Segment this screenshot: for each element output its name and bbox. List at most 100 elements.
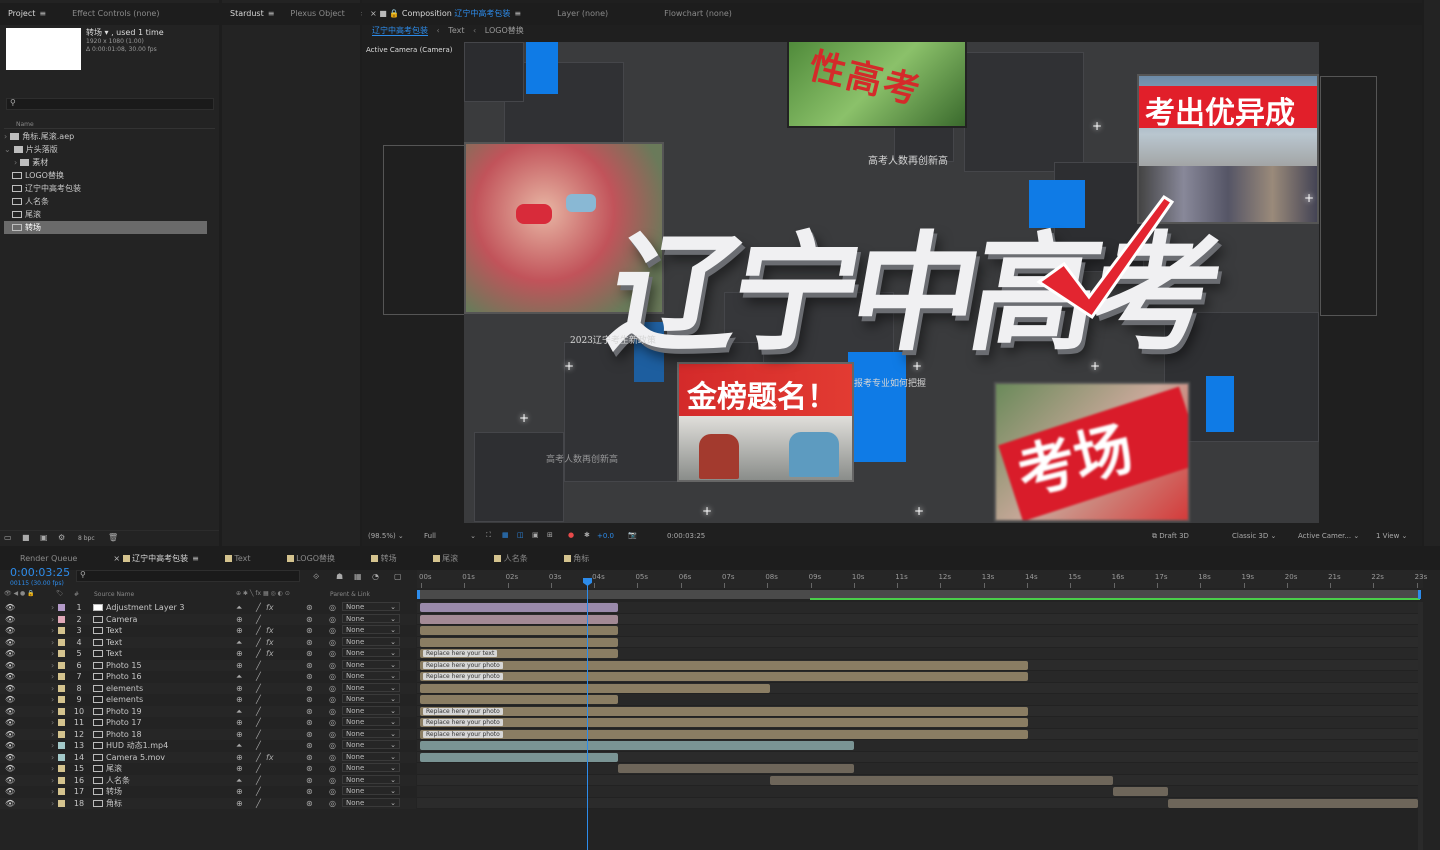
layer-marker-comment[interactable]: Replace here your text bbox=[423, 650, 498, 657]
visibility-eye-icon[interactable]: 👁 bbox=[5, 752, 15, 764]
quality-switch[interactable]: ╱ bbox=[256, 683, 261, 695]
quality-switch[interactable]: ╱ bbox=[256, 660, 261, 672]
layer-row[interactable]: 👁 › 10 Photo 19 ⏶ ╱ ⊛ ◎ None ⌄ bbox=[0, 705, 416, 718]
parent-dropdown[interactable]: None ⌄ bbox=[342, 659, 400, 669]
parent-pickwhip-icon[interactable]: ◎ bbox=[329, 671, 336, 683]
visibility-eye-icon[interactable]: 👁 bbox=[5, 614, 15, 626]
grid-guides-icon[interactable]: ▣ bbox=[532, 531, 539, 539]
layer-name[interactable]: Photo 19 bbox=[106, 706, 142, 718]
parent-dropdown[interactable]: None ⌄ bbox=[342, 671, 400, 680]
project-item-aep[interactable]: › 角标.尾滚.aep bbox=[4, 130, 207, 143]
breadcrumb-item-text[interactable]: Text bbox=[448, 26, 464, 35]
layer-name[interactable]: Adjustment Layer 3 bbox=[106, 602, 184, 614]
tab-project[interactable]: Project ≡ bbox=[0, 3, 54, 25]
visibility-eye-icon[interactable]: 👁 bbox=[5, 637, 15, 649]
fx-switch[interactable]: fx bbox=[266, 752, 274, 764]
3d-layer-switch[interactable]: ⊛ bbox=[306, 694, 313, 706]
draft-3d-icon[interactable]: ⟐ bbox=[313, 572, 319, 582]
label-color-swatch[interactable] bbox=[58, 684, 65, 692]
parent-dropdown[interactable]: None ⌄ bbox=[342, 705, 400, 715]
visibility-eye-icon[interactable]: 👁 bbox=[5, 706, 15, 718]
tab-text[interactable]: Text bbox=[217, 548, 259, 570]
renderer-dropdown[interactable]: Classic 3D ⌄ bbox=[1232, 532, 1276, 540]
shy-switch[interactable]: ⊕ bbox=[236, 648, 243, 660]
parent-pickwhip-icon[interactable]: ◎ bbox=[329, 798, 336, 810]
3d-layer-switch[interactable]: ⊛ bbox=[306, 775, 313, 787]
frame-blending-icon[interactable]: ▦ bbox=[354, 572, 362, 581]
quality-switch[interactable]: ╱ bbox=[256, 648, 261, 660]
layer-duration-bar[interactable] bbox=[420, 752, 618, 762]
expand-arrow-icon[interactable]: › bbox=[51, 602, 54, 614]
layer-duration-bar[interactable] bbox=[420, 683, 770, 693]
tab-plexus-object[interactable]: Plexus Object bbox=[282, 3, 352, 25]
tab-layer[interactable]: Layer (none) bbox=[549, 3, 616, 25]
shy-switch[interactable]: ⏶ bbox=[236, 602, 242, 614]
3d-layer-switch[interactable]: ⊛ bbox=[306, 763, 313, 775]
quality-switch[interactable]: ╱ bbox=[256, 729, 261, 741]
composition-viewer[interactable]: 性高考 考出优异成 金榜题名！ 考场 辽宁中高考 高考人数再创新高 2023辽宁… bbox=[464, 42, 1319, 523]
layer-name[interactable]: Photo 17 bbox=[106, 717, 142, 729]
label-color-swatch[interactable] bbox=[58, 604, 65, 611]
3d-layer-switch[interactable]: ⊛ bbox=[306, 752, 313, 764]
3d-layer-switch[interactable]: ⊛ bbox=[306, 637, 313, 649]
label-color-swatch[interactable] bbox=[58, 776, 65, 784]
layer-name[interactable]: Photo 15 bbox=[106, 660, 142, 672]
expand-arrow-icon[interactable]: › bbox=[51, 775, 54, 787]
layer-duration-bar[interactable] bbox=[1113, 787, 1168, 797]
shy-switch[interactable]: ⊕ bbox=[236, 694, 243, 706]
parent-dropdown[interactable]: None ⌄ bbox=[342, 636, 400, 646]
label-color-swatch[interactable] bbox=[58, 765, 65, 772]
view-layout-dropdown[interactable]: 1 View ⌄ bbox=[1376, 532, 1407, 540]
3d-layer-switch[interactable]: ⊛ bbox=[306, 740, 313, 752]
region-of-interest-icon[interactable]: ⛶ bbox=[486, 531, 491, 540]
graph-editor-icon[interactable]: ▢ bbox=[394, 572, 402, 581]
shy-switch[interactable]: ⏶ bbox=[236, 740, 242, 752]
label-color-swatch[interactable] bbox=[58, 638, 65, 646]
expand-arrow-icon[interactable]: › bbox=[51, 660, 54, 672]
layer-name[interactable]: Text bbox=[106, 637, 122, 649]
expand-arrow-icon[interactable]: › bbox=[51, 671, 54, 683]
label-color-swatch[interactable] bbox=[58, 696, 65, 703]
label-color-swatch[interactable] bbox=[58, 661, 65, 669]
parent-pickwhip-icon[interactable]: ◎ bbox=[329, 602, 336, 614]
name-column-header[interactable]: Name bbox=[16, 121, 34, 128]
3d-layer-switch[interactable]: ⊛ bbox=[306, 683, 313, 695]
visibility-eye-icon[interactable]: 👁 bbox=[5, 602, 15, 614]
parent-pickwhip-icon[interactable]: ◎ bbox=[329, 706, 336, 718]
expand-arrow-icon[interactable]: › bbox=[51, 683, 54, 695]
shy-switch[interactable]: ⊕ bbox=[236, 729, 243, 741]
parent-pickwhip-icon[interactable]: ◎ bbox=[329, 683, 336, 695]
layer-duration-bar[interactable] bbox=[420, 695, 618, 705]
time-ruler[interactable]: 00s 01s 02s 03s 04s 05s 06s 07s 08s 09s 10s 11s 12s 1… bbox=[417, 570, 1427, 588]
quality-switch[interactable]: ╱ bbox=[256, 671, 261, 683]
shy-switch[interactable]: ⊕ bbox=[236, 798, 243, 810]
shy-switch[interactable]: ⊕ bbox=[236, 717, 243, 729]
3d-layer-switch[interactable]: ⊛ bbox=[306, 671, 313, 683]
project-item-sucai[interactable]: › 素材 bbox=[4, 156, 207, 169]
new-comp-icon[interactable]: ▣ bbox=[40, 533, 48, 542]
layer-duration-bar[interactable] bbox=[420, 718, 1028, 728]
layer-name[interactable]: Camera 5.mov bbox=[106, 752, 165, 764]
parent-dropdown[interactable]: None ⌄ bbox=[342, 728, 400, 738]
tab-logo[interactable]: LOGO替换 bbox=[279, 548, 344, 570]
parent-dropdown[interactable]: None ⌄ bbox=[342, 786, 400, 795]
draft-3d-toggle[interactable]: ⧉ Draft 3D bbox=[1152, 532, 1189, 541]
layer-name[interactable]: Camera bbox=[106, 614, 137, 626]
project-item-main-comp[interactable]: 辽宁中高考包装 bbox=[4, 182, 207, 195]
color-management-icon[interactable]: ● bbox=[568, 531, 574, 539]
zoom-dropdown[interactable]: (98.5%) ⌄ bbox=[368, 532, 404, 540]
layer-duration-bar[interactable] bbox=[618, 764, 854, 774]
resolution-dropdown[interactable]: Full ⌄ bbox=[424, 532, 476, 540]
quality-switch[interactable]: ╱ bbox=[256, 625, 261, 637]
visibility-eye-icon[interactable]: 👁 bbox=[5, 694, 15, 706]
parent-dropdown[interactable]: None ⌄ bbox=[342, 682, 400, 692]
parent-pickwhip-icon[interactable]: ◎ bbox=[329, 717, 336, 729]
quality-switch[interactable]: ╱ bbox=[256, 694, 261, 706]
parent-dropdown[interactable]: None ⌄ bbox=[342, 751, 400, 761]
fx-switch[interactable]: fx bbox=[266, 637, 274, 649]
shy-switch[interactable]: ⊕ bbox=[236, 763, 243, 775]
3d-layer-switch[interactable]: ⊛ bbox=[306, 648, 313, 660]
parent-pickwhip-icon[interactable]: ◎ bbox=[329, 740, 336, 752]
layer-marker-comment[interactable]: Replace here your photo bbox=[423, 707, 503, 715]
parent-pickwhip-icon[interactable]: ◎ bbox=[329, 637, 336, 649]
